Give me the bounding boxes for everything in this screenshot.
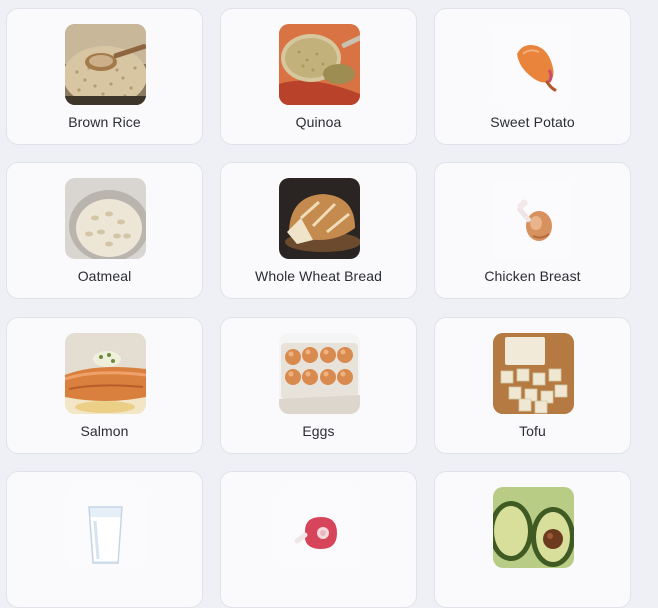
food-label: Eggs xyxy=(302,423,335,439)
food-label: Quinoa xyxy=(295,114,342,130)
food-label: Oatmeal xyxy=(77,268,132,284)
food-label: Sweet Potato xyxy=(490,114,575,130)
quinoa-icon xyxy=(279,24,360,105)
food-card-brown-rice[interactable]: Brown Rice xyxy=(6,8,203,145)
chicken-leg-icon xyxy=(493,178,574,259)
food-label: Salmon xyxy=(80,423,129,439)
brown-rice-icon xyxy=(65,24,146,105)
food-label: Chicken Breast xyxy=(484,268,581,284)
salmon-icon xyxy=(65,333,146,414)
sweet-potato-icon xyxy=(493,24,574,105)
milk-glass-icon xyxy=(65,487,146,568)
food-card-milk[interactable] xyxy=(6,471,203,608)
food-card-tofu[interactable]: Tofu xyxy=(434,317,631,454)
tofu-icon xyxy=(493,333,574,414)
food-card-quinoa[interactable]: Quinoa xyxy=(220,8,417,145)
food-grid: Brown Rice Quinoa Sweet Potato Oatmeal W… xyxy=(0,0,658,608)
food-card-eggs[interactable]: Eggs xyxy=(220,317,417,454)
bread-icon xyxy=(279,178,360,259)
food-label: Brown Rice xyxy=(68,114,141,130)
food-card-avocado[interactable] xyxy=(434,471,631,608)
oatmeal-icon xyxy=(65,178,146,259)
eggs-icon xyxy=(279,333,360,414)
meat-steak-icon xyxy=(279,487,360,568)
food-card-oatmeal[interactable]: Oatmeal xyxy=(6,162,203,299)
food-card-meat[interactable] xyxy=(220,471,417,608)
avocado-icon xyxy=(493,487,574,568)
food-card-chicken-breast[interactable]: Chicken Breast xyxy=(434,162,631,299)
food-card-salmon[interactable]: Salmon xyxy=(6,317,203,454)
food-label: Tofu xyxy=(519,423,546,439)
food-label: Whole Wheat Bread xyxy=(255,268,382,284)
food-card-sweet-potato[interactable]: Sweet Potato xyxy=(434,8,631,145)
food-card-whole-wheat-bread[interactable]: Whole Wheat Bread xyxy=(220,162,417,299)
